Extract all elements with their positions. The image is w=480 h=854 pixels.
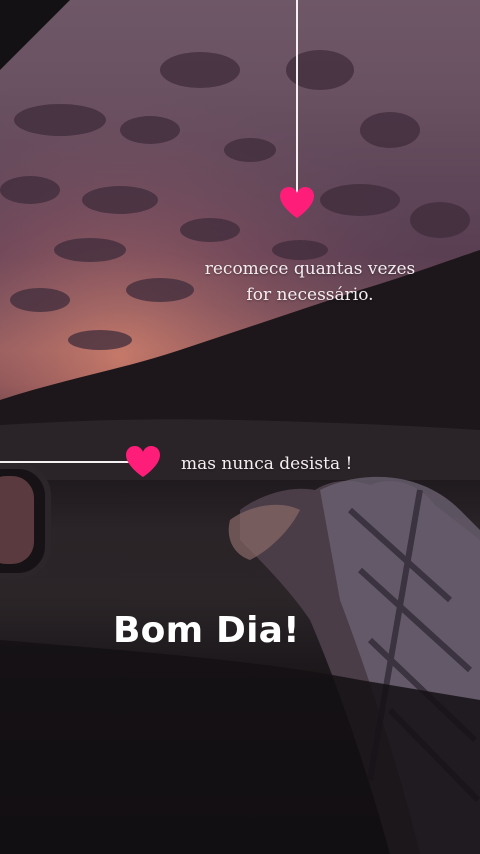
- heart-icon: [280, 187, 314, 218]
- greeting-title: Bom Dia!: [113, 610, 300, 651]
- heart-icon: [126, 446, 160, 477]
- caption-line-1: recomece quantas vezes: [204, 259, 416, 279]
- side-mirror: [0, 463, 51, 579]
- caption-line-2: for necessário.: [246, 285, 374, 305]
- car-dashboard: [0, 640, 480, 854]
- caption-restart: recomece quantas vezes for necessário.: [186, 256, 434, 308]
- connector-line-vertical: [296, 0, 298, 196]
- photo-background: recomece quantas vezes for necessário. m…: [0, 0, 480, 854]
- caption-never-give-up: mas nunca desista !: [181, 454, 353, 474]
- connector-line-horizontal: [0, 461, 132, 463]
